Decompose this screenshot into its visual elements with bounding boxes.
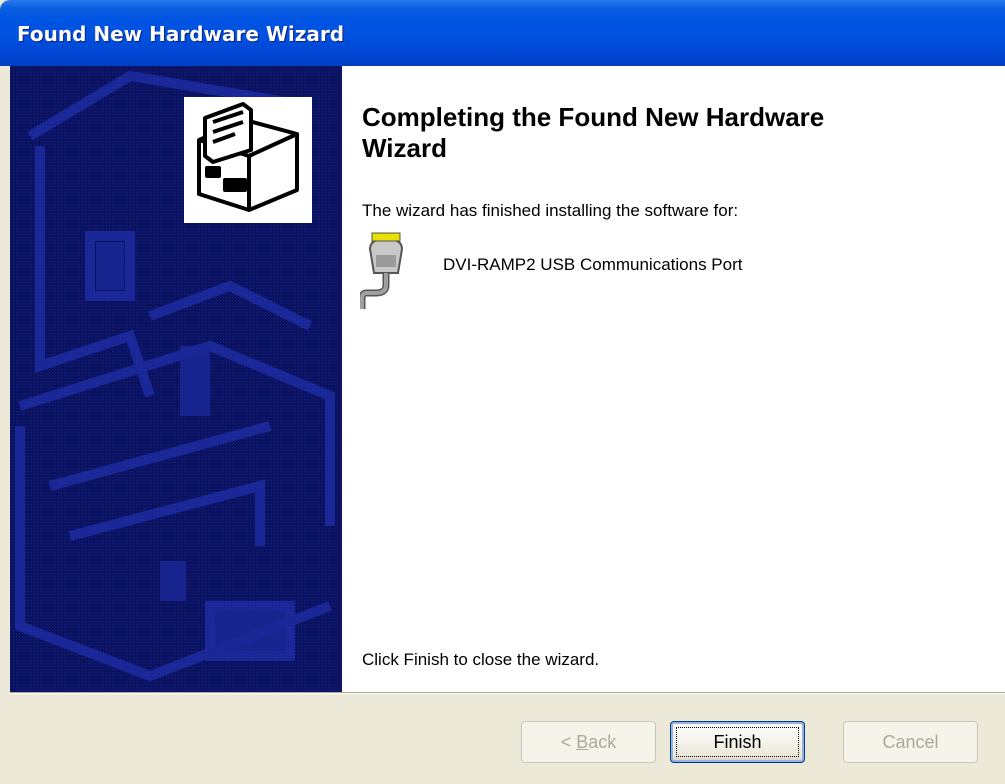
back-label-post: ack [588, 731, 617, 752]
back-label-accel: B [576, 731, 589, 752]
window-title: Found New Hardware Wizard [17, 22, 345, 46]
intro-text: The wizard has finished installing the s… [362, 201, 739, 220]
finish-button[interactable]: Finish [670, 721, 805, 763]
cancel-button[interactable]: Cancel [843, 721, 978, 763]
title-bar[interactable]: Found New Hardware Wizard [0, 0, 1005, 66]
wizard-side-banner [10, 66, 342, 692]
button-divider [10, 692, 1005, 694]
cancel-button-label: Cancel [882, 731, 939, 752]
finish-instruction: Click Finish to close the wizard. [362, 650, 600, 669]
back-button[interactable]: < Back [521, 721, 656, 763]
wizard-window: Found New Hardware Wizard Completing the… [0, 0, 1005, 784]
finish-button-label: Finish [713, 731, 762, 752]
page-title: Completing the Found New Hardware Wizard [362, 102, 825, 163]
serial-port-icon [358, 221, 416, 311]
wizard-body: Completing the Found New Hardware Wizard… [10, 66, 1005, 692]
hardware-wizard-icon [184, 97, 312, 223]
back-label-pre: < [560, 731, 577, 752]
device-name: DVI-RAMP2 USB Communications Port [443, 255, 743, 274]
wizard-content: Completing the Found New Hardware Wizard… [342, 66, 1005, 692]
